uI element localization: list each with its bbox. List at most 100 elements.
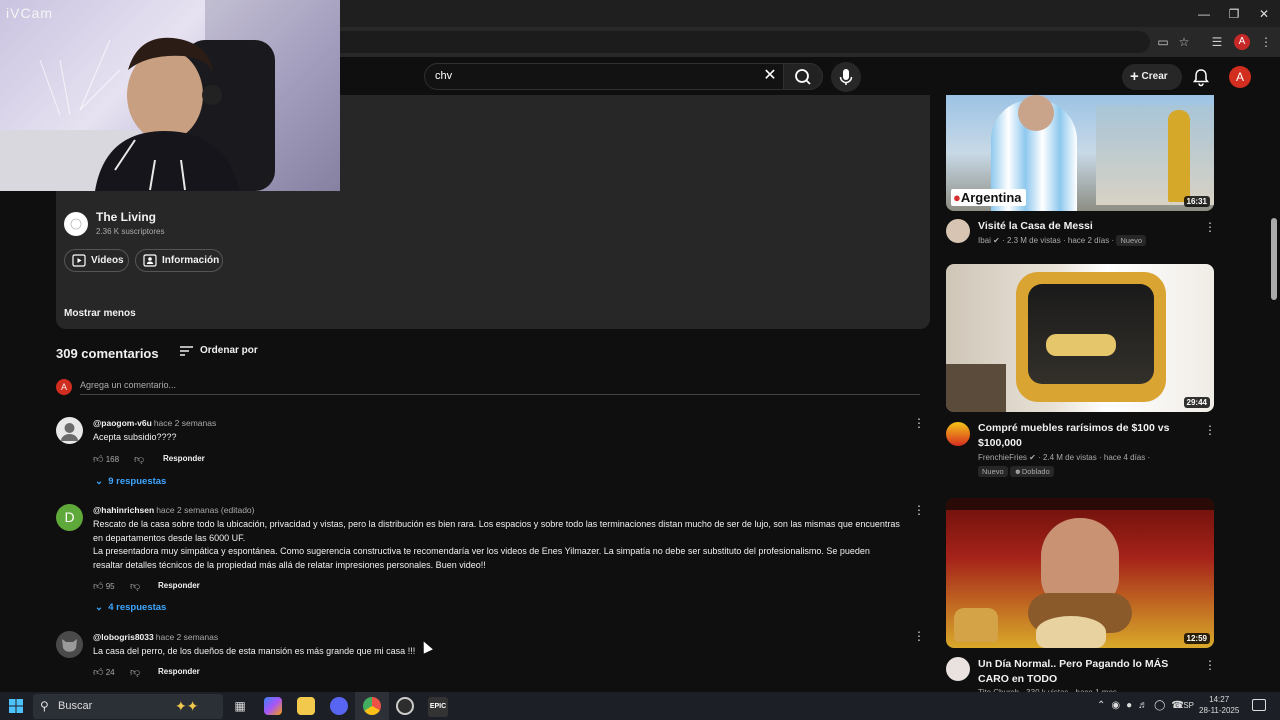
info-button[interactable]: Información xyxy=(135,249,223,272)
show-less-button[interactable]: Mostrar menos xyxy=(64,308,136,319)
taskbar-clock[interactable]: 14:27 28-11-2025 xyxy=(1199,694,1239,716)
close-window-button[interactable]: ✕ xyxy=(1252,5,1276,23)
like-button[interactable]: 👍︎ 168 xyxy=(93,453,119,465)
browser-profile-avatar[interactable]: A xyxy=(1234,34,1250,50)
comment-author[interactable]: @hahinrichsen hace 2 semanas (editado) xyxy=(93,505,254,515)
like-button[interactable]: 👍︎ 24 xyxy=(93,666,115,678)
video-channel[interactable]: FrenchieFries xyxy=(978,453,1027,462)
comment-menu-icon[interactable]: ⋮ xyxy=(913,416,925,430)
video-channel[interactable]: Ibai xyxy=(978,236,991,245)
video-title[interactable]: Visité la Casa de Messi xyxy=(978,219,1193,234)
channel-avatar[interactable] xyxy=(64,212,88,236)
chevron-down-icon: ⌄ xyxy=(95,476,103,487)
comment-menu-icon[interactable]: ⋮ xyxy=(913,503,925,517)
video-menu-icon[interactable]: ⋮ xyxy=(1204,220,1216,234)
comment-time[interactable]: hace 2 semanas xyxy=(156,632,218,642)
clear-search-icon[interactable]: ✕ xyxy=(762,66,778,86)
install-app-icon[interactable]: ▭ xyxy=(1155,34,1171,50)
taskbar-search[interactable]: ⚲ Buscar ✦✦ xyxy=(33,694,223,719)
media-queue-icon[interactable]: ☰ xyxy=(1209,34,1225,50)
chevron-down-icon: ⌄ xyxy=(95,602,103,613)
view-replies-button[interactable]: ⌄ 9 respuestas xyxy=(95,476,166,487)
reply-button[interactable]: Responder xyxy=(158,667,200,676)
video-meta: FrenchieFries ✔ · 2.4 M de vistas · hace… xyxy=(978,453,1151,462)
video-thumbnail[interactable]: 12:59 xyxy=(946,498,1214,648)
comment-menu-icon[interactable]: ⋮ xyxy=(913,629,925,643)
comment-time[interactable]: hace 2 semanas xyxy=(154,418,216,428)
comment-time[interactable]: hace 2 semanas (editado) xyxy=(156,505,254,515)
file-explorer-icon[interactable] xyxy=(297,697,315,715)
dislike-icon[interactable]: 👎︎ xyxy=(130,580,140,592)
person-card-icon xyxy=(143,254,157,267)
tray-icons[interactable]: ⌃◉●♬◯☎ xyxy=(1097,700,1190,711)
minimize-button[interactable]: — xyxy=(1192,5,1216,23)
clock-date: 28-11-2025 xyxy=(1199,706,1240,715)
video-title[interactable]: Un Día Normal.. Pero Pagando lo MÁS CARO… xyxy=(978,657,1193,686)
search-button[interactable] xyxy=(783,63,823,90)
channel-avatar[interactable] xyxy=(946,422,970,446)
notifications-button[interactable] xyxy=(1190,66,1212,88)
restore-button[interactable]: ❐ xyxy=(1222,5,1246,23)
account-avatar[interactable]: A xyxy=(1229,66,1251,88)
windows-start-icon[interactable] xyxy=(9,699,23,713)
thumbs-up-icon: 👍︎ xyxy=(93,581,104,592)
address-bar[interactable] xyxy=(330,31,1150,53)
video-meta: Ibai ✔ · 2.3 M de vistas · hace 2 días ·… xyxy=(978,235,1147,246)
comment-avatar[interactable] xyxy=(56,631,83,658)
language-indicator[interactable]: ESP xyxy=(1178,701,1194,710)
thumbnail-burger xyxy=(954,608,998,642)
new-badge: Nuevo xyxy=(978,466,1008,477)
comment-author-handle[interactable]: @paogom-v6u xyxy=(93,418,152,428)
search-input[interactable]: chv xyxy=(424,63,784,90)
discord-icon[interactable] xyxy=(330,697,348,715)
comment-avatar[interactable]: D xyxy=(56,504,83,531)
video-age: hace 4 días xyxy=(1103,453,1146,462)
webcam-label: iVCam xyxy=(6,5,54,21)
videos-button[interactable]: Videos xyxy=(64,249,129,272)
thumbnail-house xyxy=(1096,105,1214,205)
add-comment-input[interactable]: Agrega un comentario... xyxy=(80,380,920,395)
channel-avatar[interactable] xyxy=(946,219,970,243)
videos-label: Videos xyxy=(91,255,124,266)
dislike-icon[interactable]: 👎︎ xyxy=(130,666,140,678)
comment-author[interactable]: @lobogris8033 hace 2 semanas xyxy=(93,632,218,642)
like-button[interactable]: 👍︎ 95 xyxy=(93,580,115,592)
notification-center-icon[interactable] xyxy=(1252,699,1266,711)
new-badge: Nuevo xyxy=(1116,235,1147,246)
reply-button[interactable]: Responder xyxy=(163,454,205,463)
browser-menu-icon[interactable]: ⋮ xyxy=(1258,34,1274,50)
channel-name[interactable]: The Living xyxy=(96,210,156,224)
page-scrollbar[interactable] xyxy=(1271,218,1277,300)
obs-icon[interactable] xyxy=(396,697,414,715)
taskbar-search-label: Buscar xyxy=(58,700,93,712)
dislike-icon[interactable]: 👎︎ xyxy=(134,453,144,465)
comment-author-handle[interactable]: @hahinrichsen xyxy=(93,505,154,515)
comment-author-handle[interactable]: @lobogris8033 xyxy=(93,632,154,642)
video-title[interactable]: Compré muebles rarísimos de $100 vs $100… xyxy=(978,421,1193,450)
create-button[interactable]: + Crear xyxy=(1122,64,1182,90)
task-view-icon[interactable]: ▦ xyxy=(231,697,249,715)
video-thumbnail[interactable]: 29:44 xyxy=(946,264,1214,412)
voice-search-button[interactable] xyxy=(831,62,861,92)
bookmark-star-icon[interactable]: ☆ xyxy=(1176,34,1192,50)
search-icon xyxy=(795,69,811,85)
dubbed-badge: ☻Doblado xyxy=(1009,466,1054,477)
sort-button[interactable]: Ordenar por xyxy=(179,345,258,356)
thumbnail-caption: ●Argentina xyxy=(951,189,1026,206)
thumbnail-popcorn xyxy=(1036,616,1106,648)
video-badges: Nuevo ☻Doblado xyxy=(978,466,1054,477)
reply-button[interactable]: Responder xyxy=(158,581,200,590)
video-menu-icon[interactable]: ⋮ xyxy=(1204,423,1216,437)
comment-avatar[interactable] xyxy=(56,417,83,444)
comment-count: 309 comentarios xyxy=(56,346,159,361)
comment-author[interactable]: @paogom-v6u hace 2 semanas xyxy=(93,418,216,428)
video-thumbnail[interactable]: ●Argentina 16:31 xyxy=(946,95,1214,211)
channel-avatar[interactable] xyxy=(946,657,970,681)
thumbnail-table xyxy=(946,364,1006,412)
view-replies-button[interactable]: ⌄ 4 respuestas xyxy=(95,602,166,613)
copilot-icon[interactable] xyxy=(264,697,282,715)
video-menu-icon[interactable]: ⋮ xyxy=(1204,658,1216,672)
epic-games-icon[interactable]: EPIC xyxy=(428,697,448,717)
thumbnail-person xyxy=(1046,334,1116,356)
thumbnail-statue xyxy=(1168,110,1190,202)
